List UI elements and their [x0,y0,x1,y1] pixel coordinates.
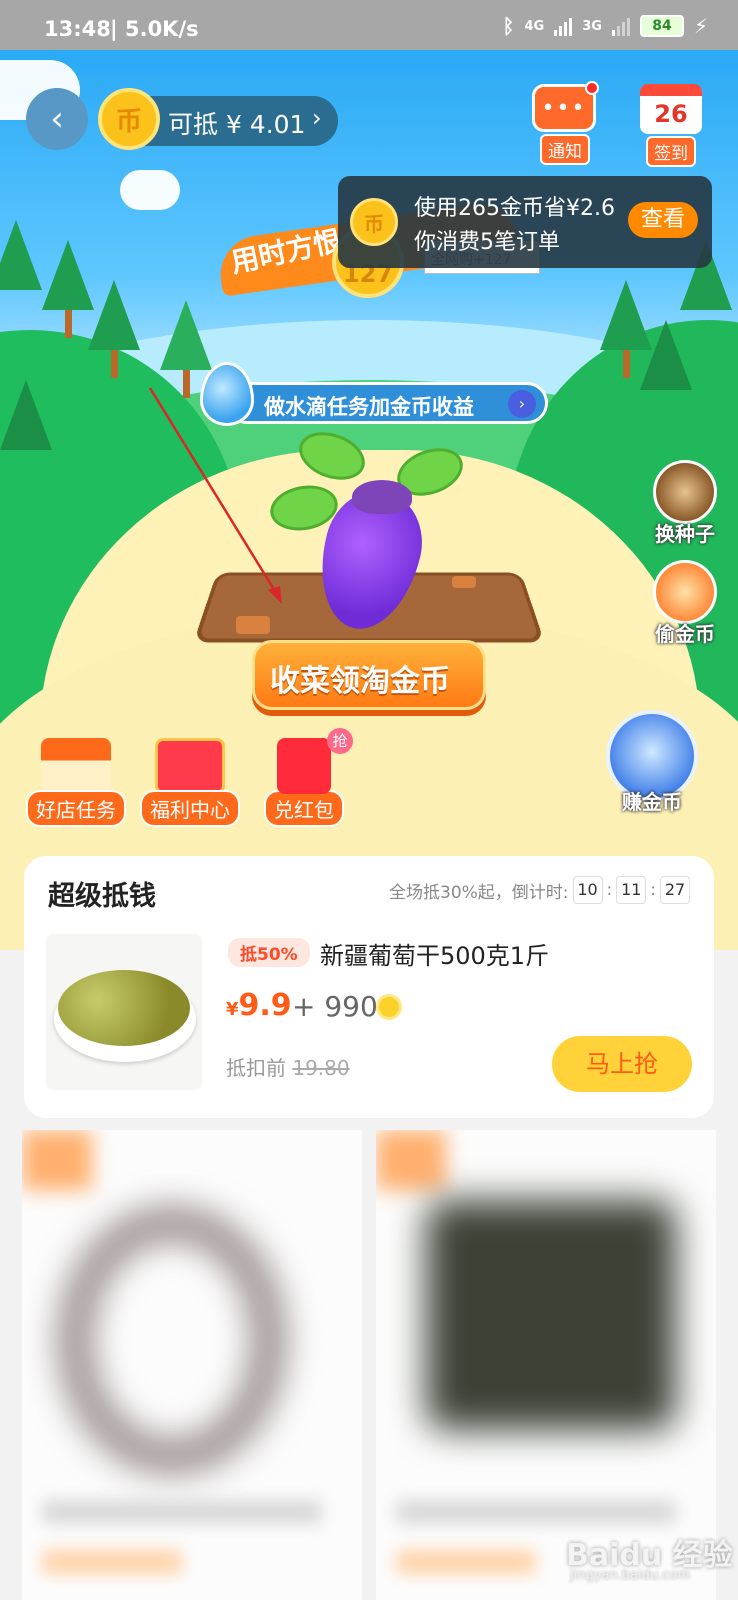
product-card-blurred[interactable] [22,1130,362,1600]
popup-line-1: 使用265金币省¥2.6 [414,196,615,221]
countdown-hours: 10 [572,876,603,904]
unread-dot [585,81,599,95]
signal-3g-label: 3G [582,18,602,34]
blurred-price [396,1550,536,1574]
red-packet-button[interactable]: 抢 兑红包 [244,728,364,827]
countdown-minutes: 11 [616,876,647,904]
super-deal-card: 超级抵钱 全场抵30%起，倒计时: 10: 11: 27 抵50% 新疆葡萄干5… [24,856,714,1118]
buy-now-button[interactable]: 马上抢 [552,1036,692,1092]
status-time: 13:48 [44,17,111,41]
plus-coins: + 990 [292,990,378,1023]
tree-trunk [183,370,190,398]
coin-balance-text[interactable]: 可抵 ¥ 4.01 [168,105,305,141]
tree-trunk [65,310,72,338]
blurred-price [42,1550,182,1574]
tree [88,280,140,350]
swap-seed-button[interactable]: 换种子 [648,460,722,547]
product-price: ¥9.9 [226,988,292,1023]
coin-tip-popup: 币 使用265金币省¥2.6 你消费5笔订单 查看 [338,176,712,268]
original-label: 抵扣前 [226,1056,286,1080]
blurred-tag [376,1130,446,1190]
welfare-center-button[interactable]: 福利中心 [130,738,250,827]
price-symbol: ¥ [226,999,239,1020]
tree [160,300,212,370]
swap-seed-label: 换种子 [655,522,715,546]
coin-icon [376,994,402,1020]
blurred-title [396,1500,676,1524]
farm-scene: ‹ 币 可抵 ¥ 4.01 › ••• 通知 26 签到 用时方恨 127 全网… [0,50,738,950]
shop-task-button[interactable]: 好店任务 [16,738,136,827]
water-task-text[interactable]: 做水滴任务加金币收益 [264,391,474,421]
earn-coins-label[interactable]: 赚金币 [622,786,682,815]
blurred-title [42,1500,322,1524]
bluetooth-icon: ᛒ [502,14,515,38]
back-button[interactable]: ‹ [26,88,88,150]
status-bar: 13:48 | 5.0K/s ᛒ 4G 3G 84 ⚡ [0,0,738,50]
gift-icon [155,738,225,794]
calendar-icon: 26 [640,84,702,134]
status-net-speed: | 5.0K/s [110,17,199,41]
steal-coins-label: 偷金币 [655,622,715,646]
discount-badge: 抵50% [228,938,310,967]
checkin-label: 签到 [646,136,696,167]
tree-trunk [111,350,118,378]
original-price: 抵扣前 19.80 [226,1052,350,1081]
tree-trunk [623,350,630,378]
original-price-value: 19.80 [292,1056,350,1080]
blurred-tag [22,1130,92,1190]
view-button[interactable]: 查看 [628,202,698,238]
chevron-right-icon: › [312,104,322,132]
coin-icon: 币 [98,88,160,150]
message-icon: ••• [532,81,599,132]
harvest-button-label[interactable]: 收菜领淘金币 [270,656,450,700]
seed-icon [653,460,717,524]
stone [236,616,270,634]
notice-button[interactable]: ••• 通知 [532,81,599,165]
shop-task-label: 好店任务 [26,790,126,827]
checkin-button[interactable]: 26 签到 [638,84,704,167]
tree [0,380,52,450]
grab-badge: 抢 [327,728,353,754]
status-icons: ᛒ 4G 3G 84 ⚡ [503,14,708,38]
blurred-product [426,1200,676,1430]
steal-coins-button[interactable]: 偷金币 [648,560,722,647]
signal-4g-label: 4G [524,18,545,34]
red-packet-label: 兑红包 [264,790,344,827]
tree [42,240,94,310]
stone [452,576,476,588]
blurred-product [62,1210,282,1470]
hand-coin-icon [653,560,717,624]
price-value: 9.9 [238,988,292,1023]
eggplant-cap [352,480,412,514]
cloud [120,170,180,210]
countdown: 全场抵30%起，倒计时: 10: 11: 27 [389,876,690,904]
popup-line-2: 你消费5笔订单 [414,230,560,255]
chevron-right-icon: › [508,390,536,418]
tree [640,320,692,390]
product-image[interactable] [46,934,202,1090]
deal-title: 超级抵钱 [48,881,156,912]
product-name[interactable]: 新疆葡萄干500克1斤 [320,936,549,971]
shop-icon [41,738,111,794]
signal-icon [554,16,573,36]
watermark-url: jingyan.baidu.com [570,1568,690,1583]
countdown-text: 全场抵30%起，倒计时: [389,882,569,903]
tree [0,220,42,290]
red-packet-icon: 抢 [277,728,353,794]
coin-icon: 币 [350,198,398,246]
battery-icon: 84 [639,15,684,37]
raisins-shape [58,970,190,1046]
notice-label: 通知 [540,134,590,165]
countdown-seconds: 27 [660,876,690,904]
welfare-center-label: 福利中心 [140,790,240,827]
charging-icon: ⚡ [693,14,708,38]
signal-icon-2 [611,16,630,36]
